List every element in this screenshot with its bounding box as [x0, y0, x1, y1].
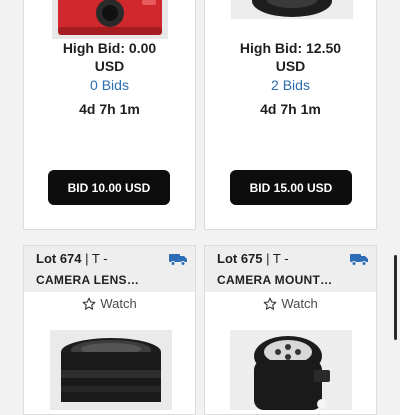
- star-icon: [82, 297, 96, 310]
- high-bid-amount: High Bid: 0.00: [62, 40, 157, 56]
- watch-button[interactable]: Watch: [205, 296, 376, 311]
- lot-card-675[interactable]: Lot 675 | T - CAMERA MOUNT… Watch: [204, 245, 377, 415]
- lot-separator: | T -: [85, 251, 108, 266]
- camera-mount-image: [230, 330, 352, 410]
- lot-title[interactable]: CAMERA LENS…: [36, 273, 139, 287]
- lot-header[interactable]: Lot 675 | T - CAMERA MOUNT…: [205, 246, 376, 292]
- star-icon: [263, 297, 277, 310]
- time-left: 4d 7h 1m: [260, 101, 321, 117]
- watch-label: Watch: [100, 296, 137, 311]
- high-bid-text: High Bid: 12.50 USD: [205, 39, 376, 75]
- red-camera-image: [52, 0, 168, 39]
- camera-lens-image: [50, 330, 172, 410]
- bids-count-link[interactable]: 0 Bids: [24, 77, 195, 93]
- scrollbar[interactable]: [394, 255, 397, 340]
- truck-icon: [350, 254, 368, 266]
- lot-title[interactable]: CAMERA MOUNT…: [217, 273, 332, 287]
- lot-number-label: Lot 674: [36, 251, 82, 266]
- lot-card-top-right: High Bid: 12.50 USD 2 Bids 4d 7h 1m BID …: [204, 0, 377, 230]
- watch-button[interactable]: Watch: [24, 296, 195, 311]
- bids-count-link[interactable]: 2 Bids: [205, 77, 376, 93]
- lot-image[interactable]: [230, 330, 352, 410]
- high-bid-amount: High Bid: 12.50: [239, 40, 342, 56]
- black-lens-image: [231, 0, 353, 19]
- high-bid-currency: USD: [275, 58, 306, 74]
- truck-icon: [169, 254, 187, 266]
- high-bid-currency: USD: [94, 58, 125, 74]
- lot-header[interactable]: Lot 674 | T - CAMERA LENS…: [24, 246, 195, 292]
- time-left: 4d 7h 1m: [79, 101, 140, 117]
- lot-number-label: Lot 675: [217, 251, 263, 266]
- lot-card-top-left: High Bid: 0.00 USD 0 Bids 4d 7h 1m BID 1…: [23, 0, 196, 230]
- lot-separator: | T -: [266, 251, 289, 266]
- lot-thumbnail-lens[interactable]: [231, 0, 353, 19]
- lot-image[interactable]: [50, 330, 172, 410]
- lot-number[interactable]: Lot 674 | T -: [36, 251, 108, 266]
- lot-number[interactable]: Lot 675 | T -: [217, 251, 289, 266]
- lot-card-674[interactable]: Lot 674 | T - CAMERA LENS… Watch: [23, 245, 196, 415]
- high-bid-text: High Bid: 0.00 USD: [24, 39, 195, 75]
- bid-button[interactable]: BID 10.00 USD: [48, 170, 170, 205]
- watch-label: Watch: [281, 296, 318, 311]
- bid-button[interactable]: BID 15.00 USD: [230, 170, 352, 205]
- lot-thumbnail-red-camera[interactable]: [52, 0, 168, 39]
